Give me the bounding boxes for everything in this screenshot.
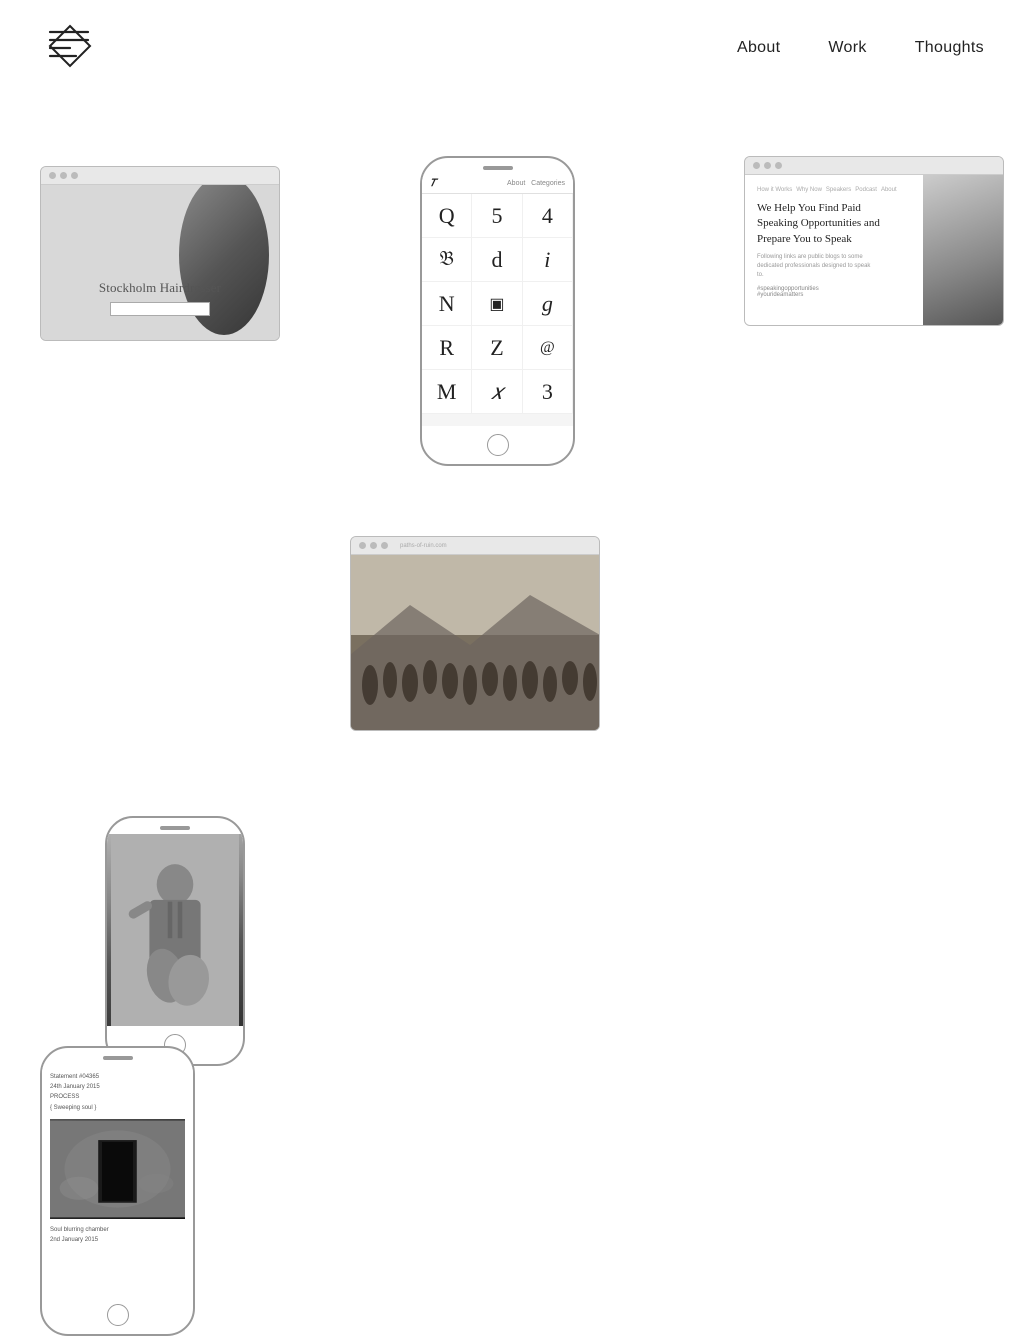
glyph-cell: 5: [472, 194, 522, 238]
phone-bottom-second: [42, 1296, 193, 1334]
phone-speaker: [103, 1056, 133, 1060]
phone-home-button[interactable]: [107, 1304, 129, 1326]
glyph-cell: Z: [472, 326, 522, 370]
logo[interactable]: [40, 18, 100, 78]
lincoln-headline: We Help You Find Paid Speaking Opportuni…: [757, 201, 887, 247]
browser-titlebar-paths: paths-of-ruin.com: [351, 537, 599, 555]
stockholm-screen: Stockholm Hairdresser: [41, 185, 279, 340]
nav-about[interactable]: About: [737, 39, 780, 57]
man-phone-screen: [107, 834, 243, 1026]
nav-work[interactable]: Work: [828, 39, 866, 57]
glyph-cell: g: [523, 282, 573, 326]
fontapp-screen: 𝑇 About Categories Q 5 4 𝔅 d i N ▣ g R Z…: [422, 174, 573, 426]
mockup-stockholm[interactable]: Stockholm Hairdresser: [40, 166, 280, 341]
phone-top-man: [107, 818, 243, 834]
phone-top-second: [42, 1048, 193, 1064]
browser-dot-1: [49, 172, 56, 179]
glyph-cell: 3: [523, 370, 573, 414]
phone-speaker: [483, 166, 513, 170]
mockup-second-phone[interactable]: Statement #04365 24th January 2015 PROCE…: [40, 1046, 195, 1336]
fontapp-logo: 𝑇: [430, 178, 436, 189]
browser-dot-1: [753, 162, 760, 169]
fontapp-nav: About Categories: [507, 180, 565, 187]
browser-dot-2: [60, 172, 67, 179]
paths-url: paths-of-ruin.com: [400, 543, 447, 549]
mockup-paths[interactable]: paths-of-ruin.com: [350, 536, 600, 731]
browser-dot-3: [71, 172, 78, 179]
glyph-cell: @: [523, 326, 573, 370]
browser-dot-3: [381, 542, 388, 549]
glyph-cell: N: [422, 282, 472, 326]
second-phone-screen-wrap: Statement #04365 24th January 2015 PROCE…: [42, 1064, 193, 1296]
fontapp-header: 𝑇 About Categories: [422, 174, 573, 194]
second-phone-meta: Statement #04365 24th January 2015 PROCE…: [50, 1072, 185, 1113]
browser-dot-3: [775, 162, 782, 169]
phone-home-button[interactable]: [487, 434, 509, 456]
browser-dot-2: [764, 162, 771, 169]
main-nav: About Work Thoughts: [737, 39, 984, 57]
stockholm-title: Stockholm Hairdresser: [99, 280, 221, 296]
browser-dot-2: [370, 542, 377, 549]
glyph-cell: 4: [523, 194, 573, 238]
glyph-cell: ▣: [472, 282, 522, 326]
fontapp-glyph-grid: Q 5 4 𝔅 d i N ▣ g R Z @ M 𝑥 3: [422, 194, 573, 414]
glyph-cell: d: [472, 238, 522, 282]
browser-dot-1: [359, 542, 366, 549]
header: About Work Thoughts: [0, 0, 1024, 96]
lincoln-image: [923, 175, 1003, 325]
mockup-lincoln[interactable]: How it Works Why Now Speakers Podcast Ab…: [744, 156, 1004, 326]
stockholm-input-mock: [110, 302, 210, 316]
phone-speaker: [160, 826, 190, 830]
glyph-cell: R: [422, 326, 472, 370]
glyph-cell: M: [422, 370, 472, 414]
second-phone-image: [50, 1119, 185, 1219]
glyph-cell: 𝑥: [472, 370, 522, 414]
mockup-man-phone[interactable]: [105, 816, 245, 1066]
glyph-cell: Q: [422, 194, 472, 238]
nav-thoughts[interactable]: Thoughts: [915, 39, 984, 57]
second-phone-caption: Soul blurring chamber 2nd January 2015: [50, 1225, 185, 1245]
mockup-fontapp[interactable]: 𝑇 About Categories Q 5 4 𝔅 d i N ▣ g R Z…: [420, 156, 575, 466]
phone-bottom: [422, 426, 573, 464]
glyph-cell: 𝔅: [422, 238, 472, 282]
stockholm-figure: [179, 185, 269, 340]
portfolio-grid: Stockholm Hairdresser 𝑇 About Categories…: [0, 96, 1024, 1036]
browser-titlebar: [41, 167, 279, 185]
browser-titlebar-lincoln: [745, 157, 1003, 175]
paths-screen: Paths of Ruin Henry Swan: [351, 555, 599, 730]
second-phone-content: Statement #04365 24th January 2015 PROCE…: [42, 1064, 193, 1296]
lincoln-sub: Following links are public blogs to some…: [757, 253, 877, 280]
glyph-cell: i: [523, 238, 573, 282]
man-portrait: [107, 834, 243, 1026]
lincoln-screen: How it Works Why Now Speakers Podcast Ab…: [745, 175, 1003, 325]
phone-notch-top: [422, 158, 573, 174]
